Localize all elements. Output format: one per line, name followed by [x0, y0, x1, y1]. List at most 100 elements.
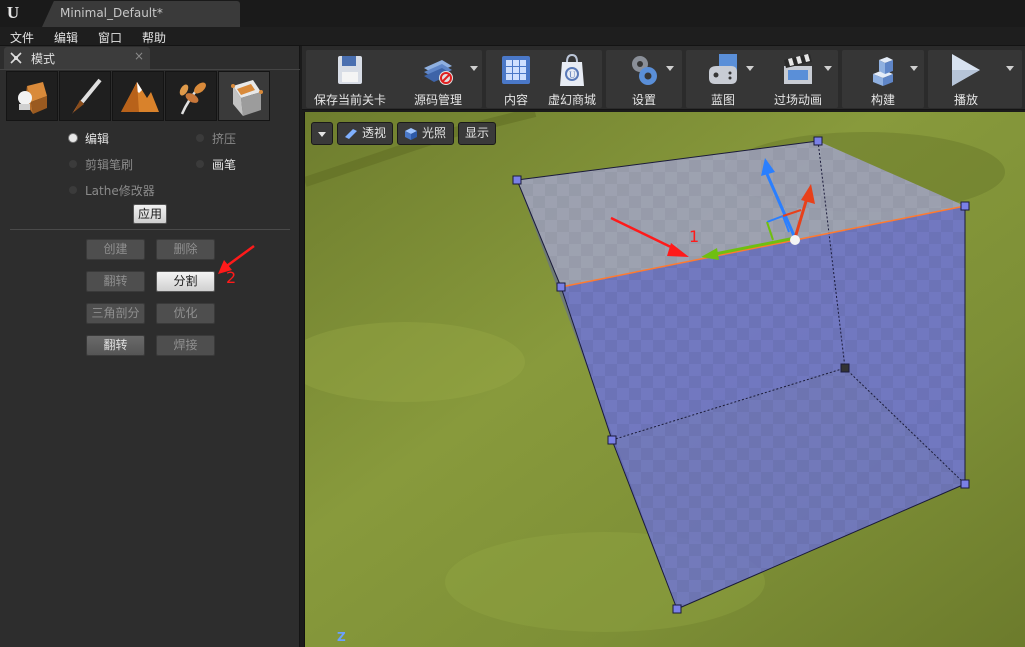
radio-dot [196, 160, 204, 168]
annotation-label-1: 1 [689, 227, 699, 246]
save-icon [338, 56, 362, 84]
show-label: 显示 [464, 126, 489, 140]
play-icon [952, 54, 981, 86]
content-button[interactable]: 内容 [488, 50, 544, 108]
chevron-down-icon[interactable] [1006, 66, 1014, 71]
source-control-label: 源码管理 [413, 93, 462, 107]
toolbar-group-file: 保存当前关卡 源码管理 [306, 50, 482, 108]
menu-bar: 文件 编辑 窗口 帮助 [0, 27, 1025, 46]
radio-dot [196, 134, 204, 142]
create-button[interactable]: 创建 [86, 239, 145, 260]
settings-label: 设置 [631, 93, 656, 107]
foliage-mode-icon [179, 82, 206, 115]
lit-cube-icon [405, 128, 417, 140]
content-icon [502, 56, 530, 84]
modes-panel: 模式 × 编辑 挤压 剪辑笔刷 画笔 Lathe修改器 应用 创建 删除 翻转 … [0, 46, 300, 647]
modes-tab-icon [10, 52, 22, 64]
toolbar-group-blueprints: 蓝图 过场动画 [686, 50, 838, 108]
blueprints-button[interactable]: 蓝图 [688, 50, 758, 108]
geometry-edit-mode-icon [231, 80, 263, 116]
svg-text:U: U [569, 70, 576, 80]
save-current-level-button[interactable]: 保存当前关卡 [308, 50, 392, 108]
build-icon [873, 57, 893, 86]
radio-dot [69, 160, 77, 168]
document-tab[interactable]: Minimal_Default* [42, 1, 240, 27]
marketplace-button[interactable]: U 虚幻商城 [544, 50, 600, 108]
perspective-label: 透视 [362, 126, 387, 140]
z-axis-indicator: Z [337, 630, 346, 644]
chevron-down-icon [318, 132, 326, 137]
split-button[interactable]: 分割 [156, 271, 215, 292]
radio-dot-selected [69, 134, 77, 142]
show-button[interactable]: 显示 [458, 122, 496, 145]
chevron-down-icon[interactable] [470, 66, 478, 71]
panel-separator [0, 69, 300, 70]
content-label: 内容 [503, 93, 528, 107]
build-label: 构建 [870, 93, 895, 107]
lighting-mode-label: 光照 [422, 126, 447, 140]
flip-button[interactable]: 翻转 [86, 271, 145, 292]
toolbar-group-content: 内容 U 虚幻商城 [486, 50, 602, 108]
lighting-mode-button[interactable]: 光照 [397, 122, 454, 145]
paint-mode-button[interactable] [59, 71, 111, 121]
delete-button[interactable]: 删除 [156, 239, 215, 260]
blueprint-icon [709, 54, 737, 84]
perspective-icon [345, 129, 357, 139]
menu-edit[interactable]: 编辑 [54, 29, 78, 46]
weld-button[interactable]: 焊接 [156, 335, 215, 356]
unreal-logo-icon[interactable]: U [2, 2, 24, 24]
source-control-button[interactable]: 源码管理 [396, 50, 480, 108]
modes-tab-label: 模式 [31, 52, 56, 66]
settings-button[interactable]: 设置 [608, 50, 680, 108]
play-button[interactable]: 播放 [930, 50, 1020, 108]
radio-extrude-label: 挤压 [212, 132, 237, 146]
menu-file[interactable]: 文件 [10, 29, 34, 46]
flip-face-button[interactable]: 翻转 [86, 335, 145, 356]
menu-window[interactable]: 窗口 [98, 29, 122, 46]
radio-edit-label: 编辑 [85, 132, 110, 146]
viewport-scene[interactable]: 1 [305, 112, 1025, 647]
document-tab-title: Minimal_Default* [60, 6, 163, 20]
viewport-options-button[interactable] [311, 122, 333, 145]
chevron-down-icon[interactable] [666, 66, 674, 71]
landscape-mode-button[interactable] [112, 71, 164, 121]
close-icon[interactable]: × [134, 49, 144, 63]
cinematics-icon [784, 54, 812, 84]
build-button[interactable]: 构建 [844, 50, 922, 108]
paint-mode-icon [72, 78, 102, 114]
chevron-down-icon[interactable] [746, 66, 754, 71]
mode-toolbar [6, 71, 296, 121]
geometry-edit-mode-button[interactable] [218, 71, 270, 121]
main-toolbar: 保存当前关卡 源码管理 内容 U 虚幻商城 设置 蓝图 过场动画 构建 播放 [302, 46, 1025, 110]
radio-pen-label: 画笔 [212, 158, 237, 172]
perspective-button[interactable]: 透视 [337, 122, 393, 145]
chevron-down-icon[interactable] [910, 66, 918, 71]
toolbar-group-build: 构建 [842, 50, 924, 108]
radio-clip-brush-label: 剪辑笔刷 [85, 158, 134, 172]
place-mode-button[interactable] [6, 71, 58, 121]
place-mode-icon [18, 82, 47, 114]
source-control-icon [424, 60, 453, 85]
annotation-label-2: 2 [226, 268, 237, 287]
radio-lathe-label: Lathe修改器 [85, 184, 155, 198]
settings-icon [632, 56, 657, 85]
level-viewport[interactable]: 1 透视 光照 显示 Z [304, 112, 1025, 647]
toolbar-group-play: 播放 [928, 50, 1022, 108]
blueprints-label: 蓝图 [710, 93, 735, 107]
cinematics-button[interactable]: 过场动画 [760, 50, 836, 108]
play-label: 播放 [953, 93, 978, 107]
chevron-down-icon[interactable] [824, 66, 832, 71]
landscape-mode-icon [121, 82, 159, 112]
save-current-level-label: 保存当前关卡 [313, 93, 386, 107]
cinematics-label: 过场动画 [773, 93, 822, 107]
triangulate-button[interactable]: 三角剖分 [86, 303, 145, 324]
panel-divider [10, 229, 290, 230]
radio-dot [69, 186, 77, 194]
menu-help[interactable]: 帮助 [142, 29, 166, 46]
marketplace-label: 虚幻商城 [547, 93, 596, 107]
modes-tab[interactable]: 模式 × [4, 47, 150, 69]
toolbar-group-settings: 设置 [606, 50, 682, 108]
optimize-button[interactable]: 优化 [156, 303, 215, 324]
apply-button[interactable]: 应用 [133, 204, 167, 224]
foliage-mode-button[interactable] [165, 71, 217, 121]
